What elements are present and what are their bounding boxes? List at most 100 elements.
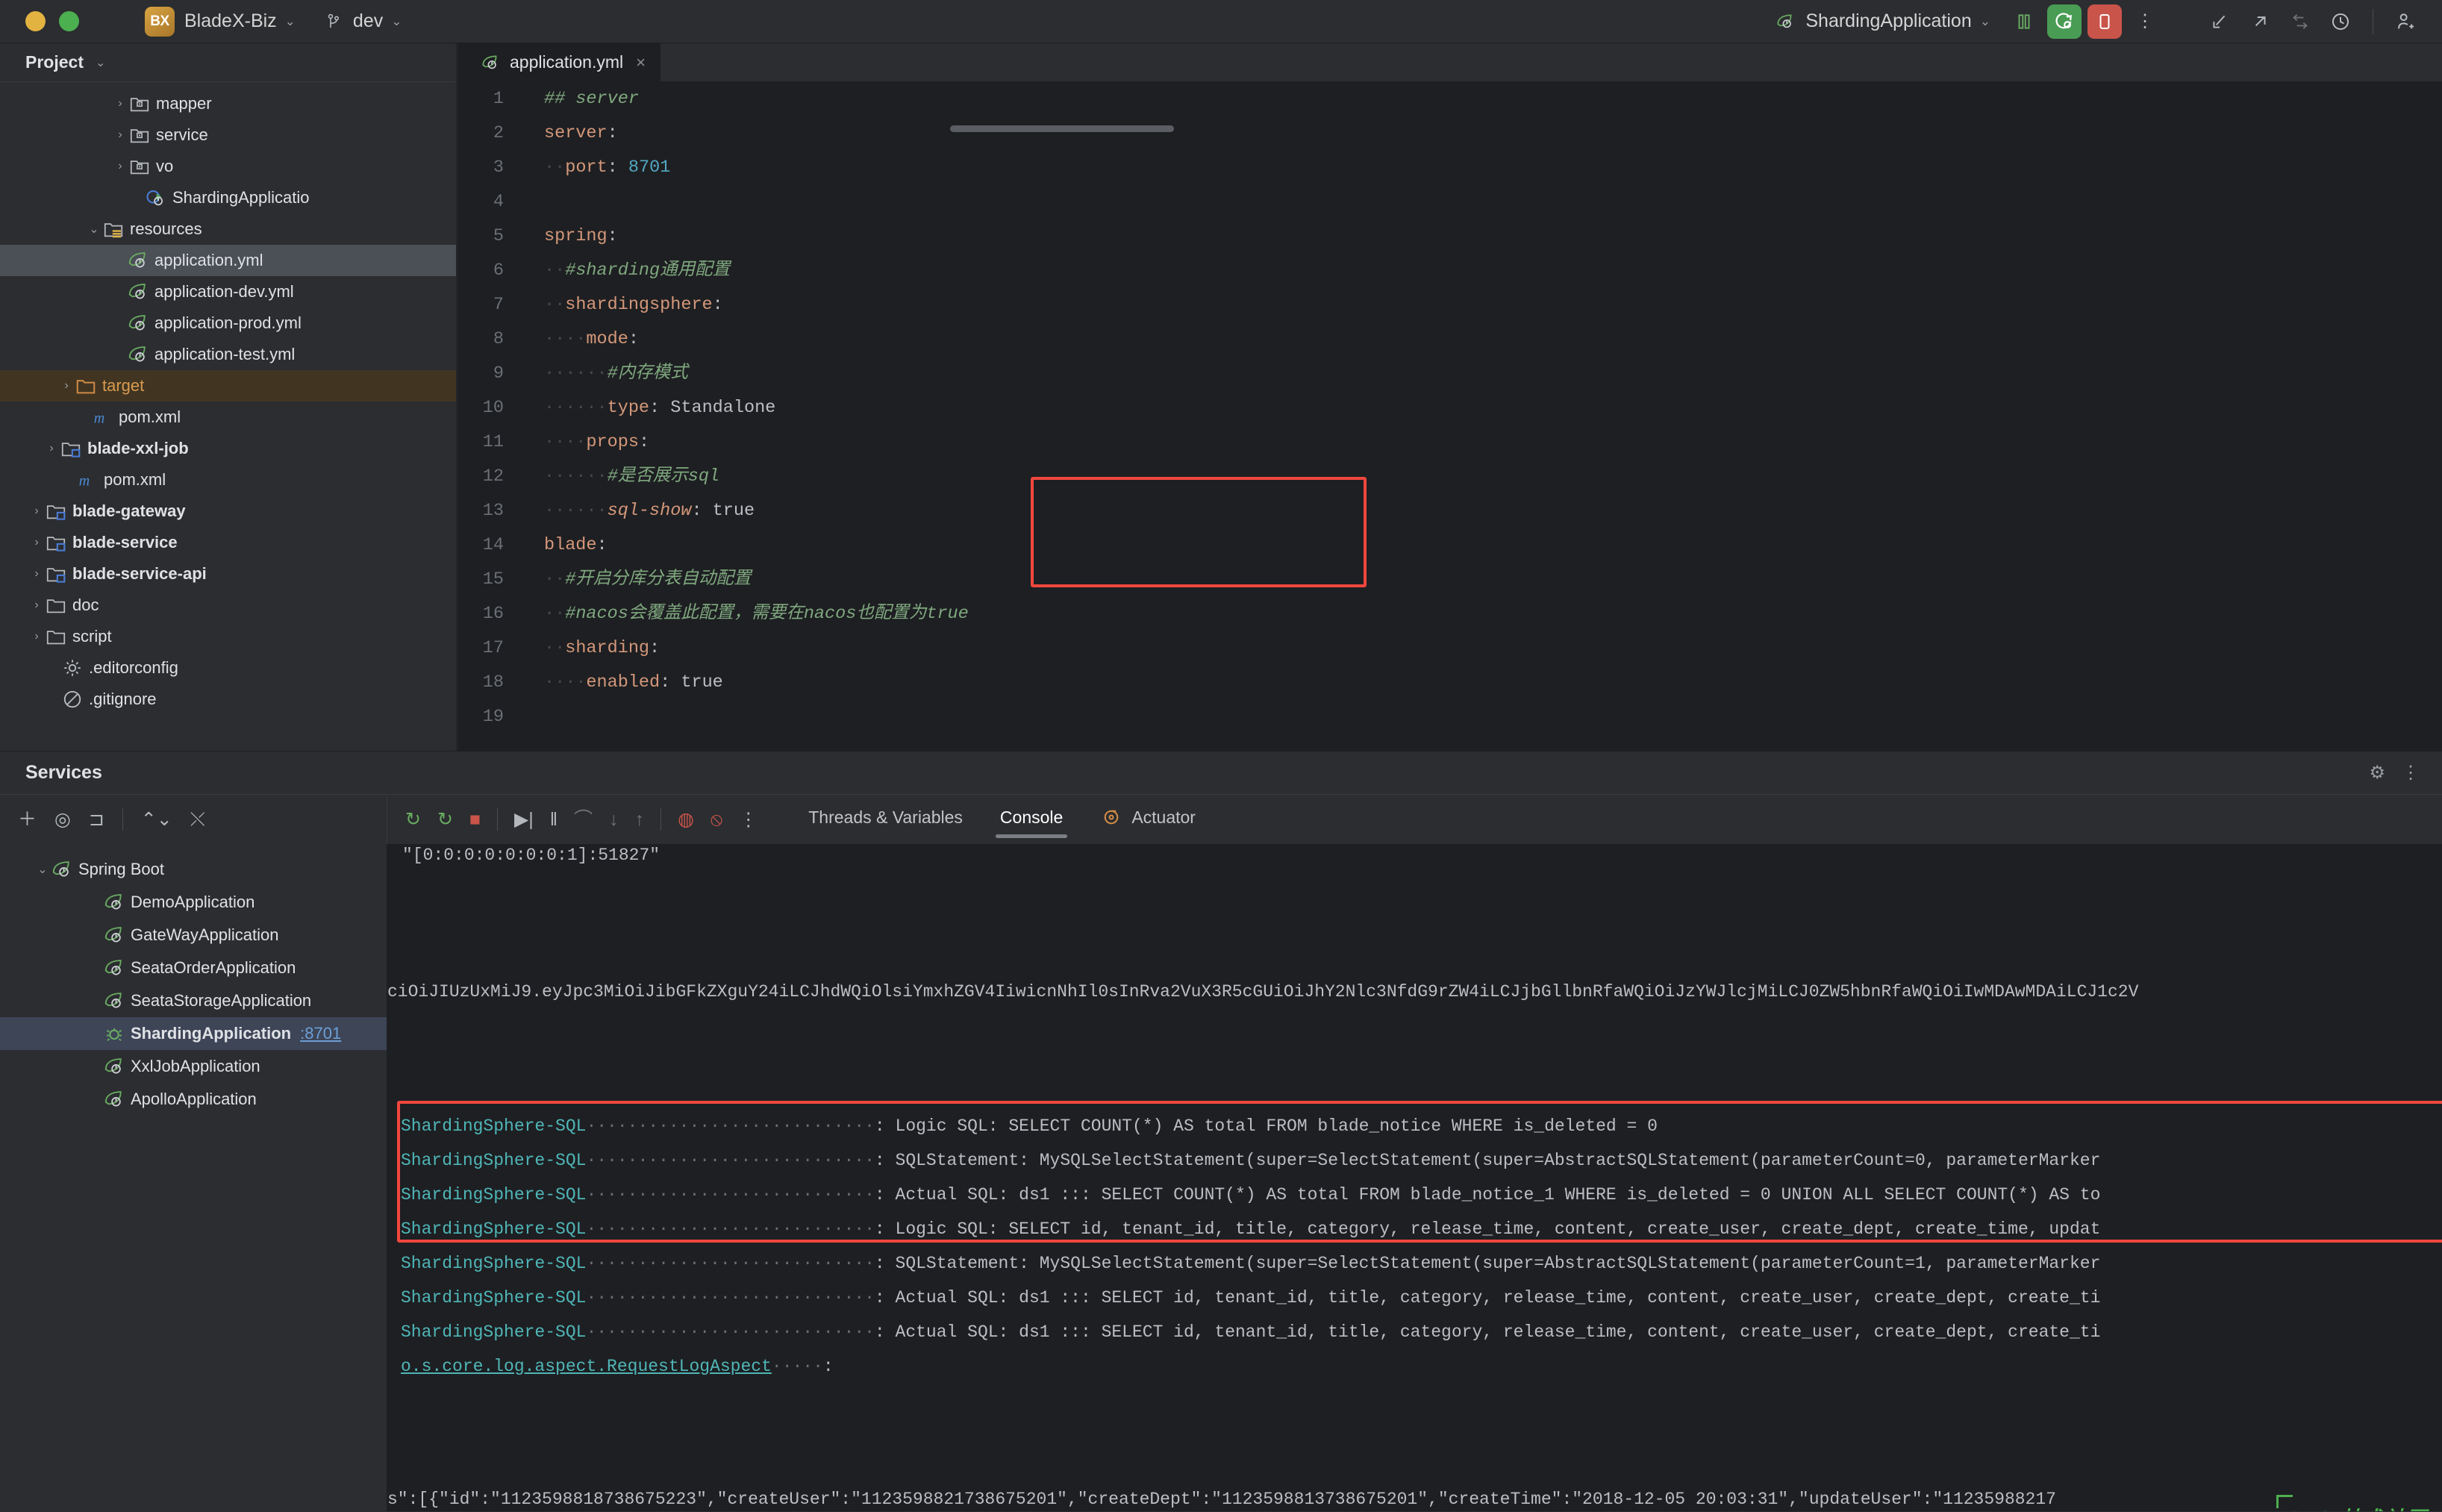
tab-console[interactable]: Console <box>995 802 1068 838</box>
service-item-xxljobapplication[interactable]: ›XxlJobApplication <box>0 1050 387 1083</box>
history-button[interactable] <box>2323 4 2358 39</box>
window-controls[interactable] <box>0 11 79 31</box>
code-line[interactable]: 18 ····enabled: true <box>458 666 2442 700</box>
tree-item-blade-service-api[interactable]: › blade-service-api <box>0 558 456 590</box>
tree-item-resources[interactable]: ⌄ resources <box>0 213 456 245</box>
service-item-spring-boot[interactable]: ⌄ Spring Boot <box>0 853 387 886</box>
tree-item-blade-service[interactable]: › blade-service <box>0 527 456 558</box>
chevron-down-icon[interactable]: ⌄ <box>34 862 51 877</box>
tree-item-doc[interactable]: › doc <box>0 590 456 621</box>
account-button[interactable] <box>2388 4 2423 39</box>
service-item-seataorderapplication[interactable]: ›SeataOrderApplication <box>0 952 387 984</box>
services-tree[interactable]: ⌄ Spring Boot ›DemoApplication›GateWayAppl… <box>0 844 387 1511</box>
service-item-demoapplication[interactable]: ›DemoApplication <box>0 886 387 919</box>
code-line[interactable]: 10 ······type: Standalone <box>458 391 2442 425</box>
chevron-right-icon[interactable]: › <box>28 536 45 549</box>
code-line[interactable]: 19 <box>458 700 2442 734</box>
code-line[interactable]: 5 spring: <box>458 219 2442 254</box>
tree-item--editorconfig[interactable]: ›.editorconfig <box>0 652 456 684</box>
step-over-icon[interactable]: ⌒ <box>574 810 593 829</box>
tab-threads-variables[interactable]: Threads & Variables <box>804 802 967 838</box>
updates-button[interactable] <box>2283 4 2317 39</box>
debug-tab-strip[interactable]: Threads & Variables Console Actuator <box>804 800 1200 839</box>
tree-item-blade-xxl-job[interactable]: › blade-xxl-job <box>0 433 456 464</box>
code-line[interactable]: 1 ## server <box>458 82 2442 116</box>
chevron-right-icon[interactable]: › <box>28 630 45 643</box>
code-editor[interactable]: 1 ## server 2 server: 3 ··port: 8701 4 5 spring:… <box>458 82 2442 734</box>
project-panel-header[interactable]: Project ⌄ <box>0 43 456 82</box>
panel-options-icon[interactable]: ⋮ <box>2402 762 2420 784</box>
chevron-right-icon[interactable]: › <box>28 567 45 581</box>
rerun-debug-button[interactable] <box>2047 4 2082 39</box>
chevron-right-icon[interactable]: › <box>43 442 60 455</box>
service-item-shardingapplication[interactable]: ›ShardingApplication:8701 <box>0 1017 387 1050</box>
tab-application-yml[interactable]: application.yml × <box>458 43 661 82</box>
add-service-icon[interactable]: ＋ <box>18 810 37 829</box>
tree-item-service[interactable]: › service <box>0 119 456 151</box>
resume-program-icon[interactable]: ▶| <box>514 810 534 829</box>
project-name[interactable]: BladeX-Biz <box>184 10 277 32</box>
close-icon[interactable]: × <box>636 53 646 72</box>
branch-name[interactable]: dev <box>353 10 383 32</box>
chevron-right-icon[interactable]: › <box>58 379 75 393</box>
chevron-right-icon[interactable]: › <box>112 97 128 110</box>
code-line[interactable]: 4 <box>458 185 2442 219</box>
project-view-chevron-icon[interactable]: ⌄ <box>96 55 105 70</box>
run-config-name[interactable]: ShardingApplication <box>1805 10 1971 32</box>
code-line[interactable]: 8 ····mode: <box>458 322 2442 357</box>
tree-item-mapper[interactable]: › mapper <box>0 88 456 119</box>
code-line[interactable]: 2 server: <box>458 116 2442 151</box>
console-logger-link[interactable]: o.s.core.log.aspect.RequestLogAspect <box>401 1357 772 1376</box>
vcs-branch-widget[interactable]: dev ⌄ <box>325 10 402 32</box>
chevron-right-icon[interactable]: › <box>28 599 45 612</box>
run-config-chevron-icon[interactable]: ⌄ <box>1980 14 1990 29</box>
chevron-right-icon[interactable]: › <box>28 504 45 518</box>
code-line[interactable]: 6 ··#sharding通用配置 <box>458 254 2442 288</box>
expand-all-icon[interactable]: ⌃⌄ <box>141 810 172 829</box>
new-tab-icon[interactable]: ⊐ <box>89 810 104 829</box>
stop-icon[interactable]: ■ <box>469 810 481 829</box>
hide-windows-button[interactable] <box>2202 4 2237 39</box>
chevron-down-icon[interactable]: ⌄ <box>285 14 296 29</box>
tree-item-shardingapplicatio[interactable]: ›ShardingApplicatio <box>0 182 456 213</box>
rerun-debug-icon[interactable]: ↻ <box>437 810 453 829</box>
step-into-icon[interactable]: ↓ <box>609 810 619 829</box>
project-file-tree[interactable]: ›mapper›service›vo›ShardingApplicatio⌄re… <box>0 82 456 715</box>
service-item-seatastorageapplication[interactable]: ›SeataStorageApplication <box>0 984 387 1017</box>
debug-more-icon[interactable]: ⋮ <box>739 810 758 829</box>
console-output[interactable]: s":[{"id":"1123598818738675223","createU… <box>387 844 2442 1511</box>
target-icon[interactable]: ◎ <box>54 810 71 829</box>
tree-item-blade-gateway[interactable]: › blade-gateway <box>0 496 456 527</box>
more-actions-button[interactable]: ⋮ <box>2128 4 2162 39</box>
tree-item-application-prod-yml[interactable]: ›application-prod.yml <box>0 307 456 339</box>
open-external-button[interactable] <box>2243 4 2277 39</box>
editor-horizontal-scrollbar[interactable] <box>950 125 1174 132</box>
tab-actuator[interactable]: Actuator <box>1096 800 1200 839</box>
pause-program-icon[interactable]: ‖ <box>550 810 558 829</box>
code-line[interactable]: 3 ··port: 8701 <box>458 151 2442 185</box>
rerun-icon[interactable]: ↻ <box>405 810 421 829</box>
service-item-gatewayapplication[interactable]: ›GateWayApplication <box>0 919 387 952</box>
run-configuration-selector[interactable]: ShardingApplication ⌄ <box>1775 10 1990 32</box>
stop-button[interactable] <box>2087 4 2122 39</box>
chevron-right-icon[interactable]: › <box>112 160 128 173</box>
code-line[interactable]: 15 ··#开启分库分表自动配置 <box>458 563 2442 597</box>
tree-item-application-yml[interactable]: ›application.yml <box>0 245 456 276</box>
code-line[interactable]: 17 ··sharding: <box>458 631 2442 666</box>
pause-button[interactable] <box>2007 4 2041 39</box>
code-line[interactable]: 16 ··#nacos会覆盖此配置，需要在nacos也配置为true <box>458 597 2442 631</box>
service-port-link[interactable]: :8701 <box>300 1024 341 1043</box>
code-line[interactable]: 7 ··shardingsphere: <box>458 288 2442 322</box>
tree-item-pom-xml[interactable]: ›mpom.xml <box>0 464 456 496</box>
code-line[interactable]: 13 ······sql-show: true <box>458 494 2442 528</box>
tree-item--gitignore[interactable]: ›.gitignore <box>0 684 456 715</box>
service-item-apolloapplication[interactable]: ›ApolloApplication <box>0 1083 387 1116</box>
tree-item-pom-xml[interactable]: ›mpom.xml <box>0 402 456 433</box>
collapse-all-icon[interactable]: ⤬ <box>190 810 205 829</box>
step-out-icon[interactable]: ↑ <box>635 810 645 829</box>
view-breakpoints-icon[interactable]: ◍ <box>678 810 694 829</box>
tree-item-script[interactable]: › script <box>0 621 456 652</box>
chevron-right-icon[interactable]: › <box>112 128 128 142</box>
code-line[interactable]: 9 ······#内存模式 <box>458 357 2442 391</box>
code-line[interactable]: 12 ······#是否展示sql <box>458 460 2442 494</box>
